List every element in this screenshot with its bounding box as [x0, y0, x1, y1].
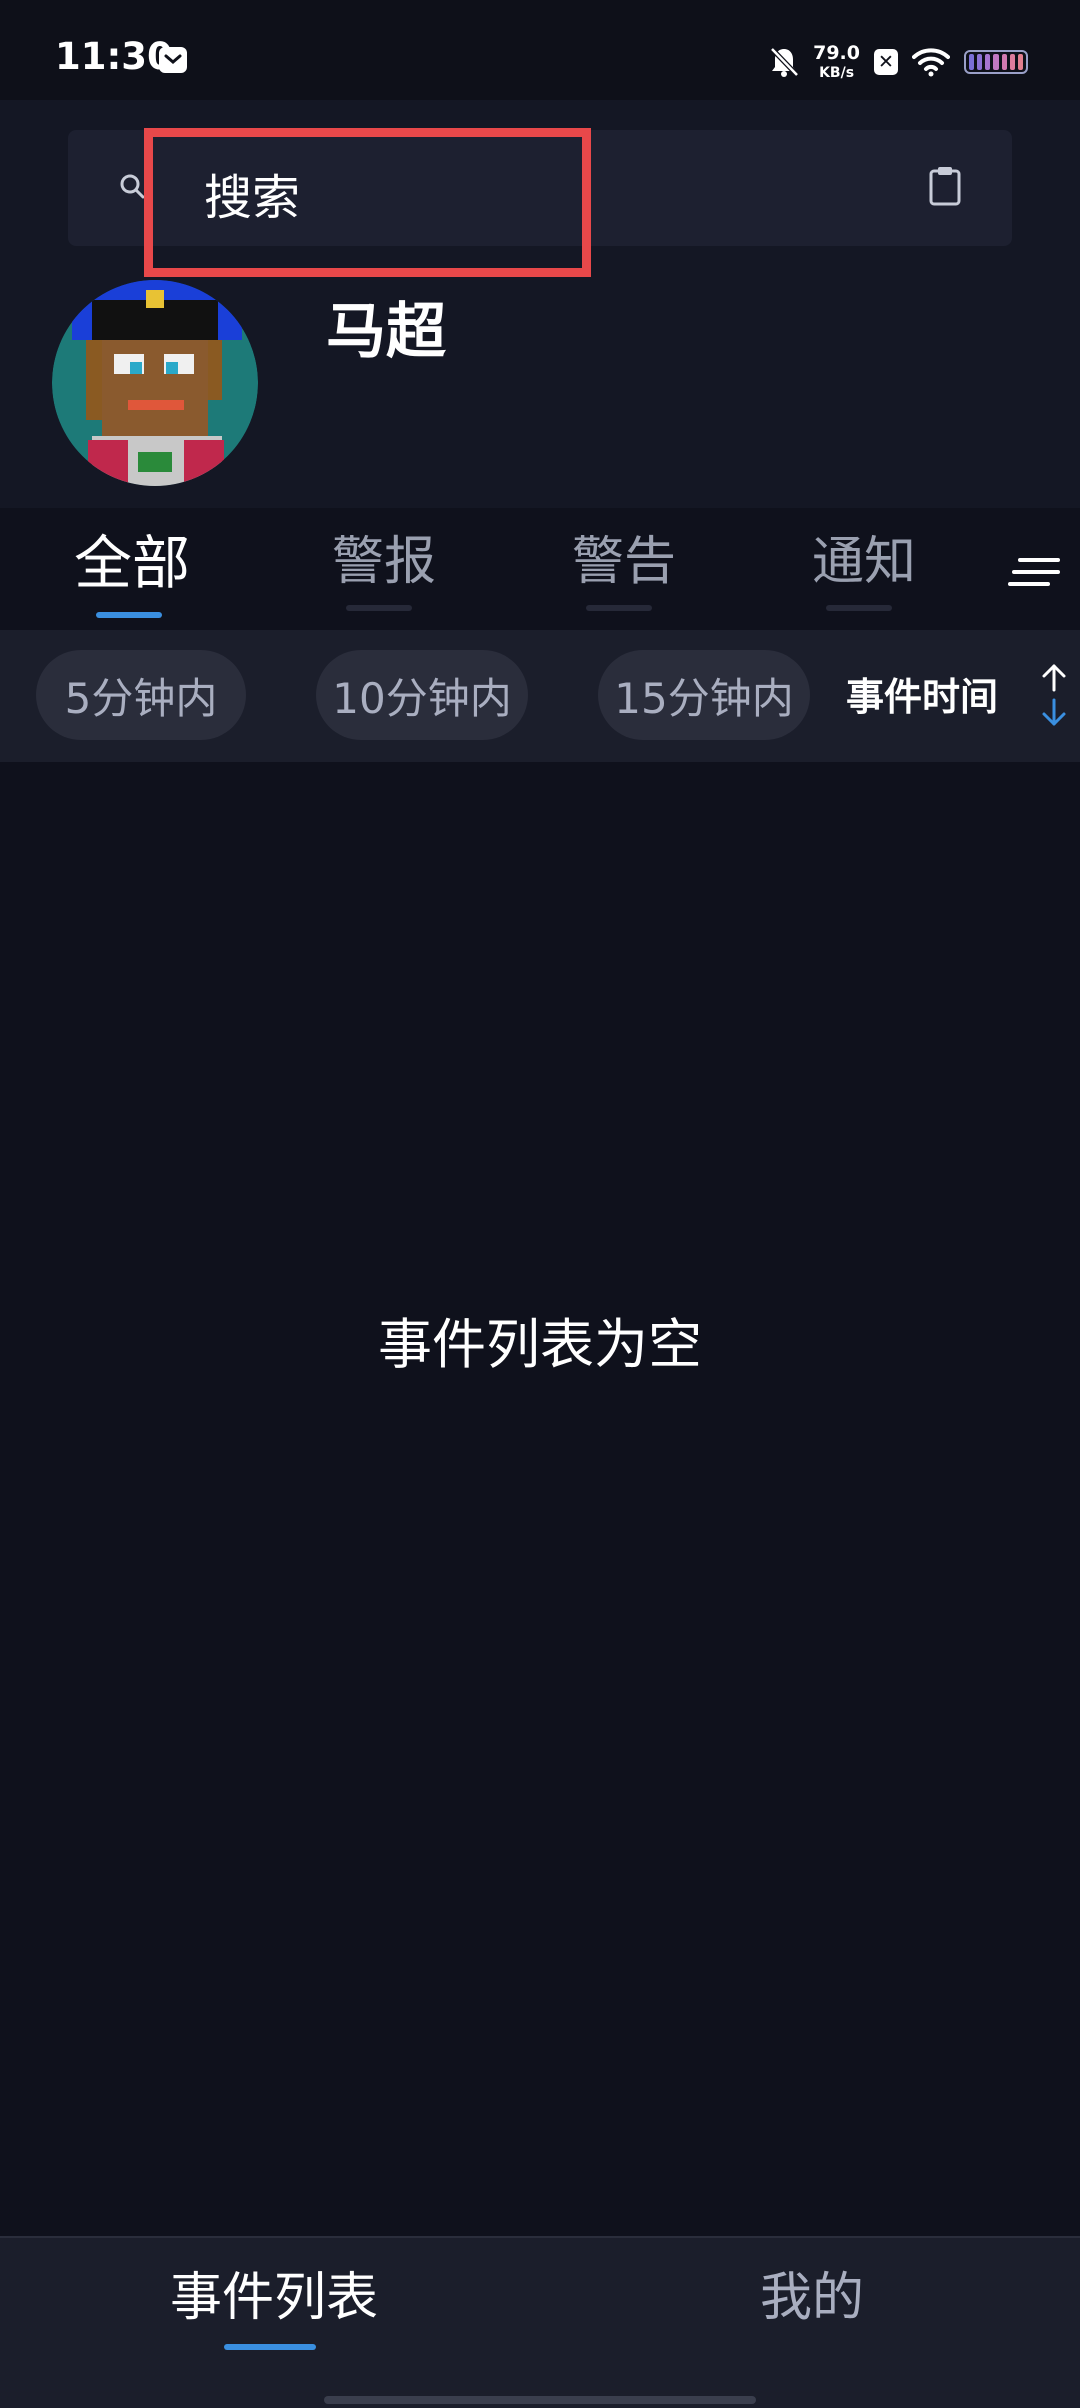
bottom-nav [0, 2236, 1080, 2408]
filter-chip-10min[interactable]: 10分钟内 [316, 650, 528, 740]
username: 马超 [326, 297, 446, 367]
tab-all-underline [96, 612, 162, 618]
empty-state-message: 事件列表为空 [378, 1313, 702, 1376]
pixel-avatar-icon [52, 280, 258, 486]
status-time: 11:30 [55, 35, 173, 78]
search-highlight-box [144, 128, 591, 277]
tab-alarm-underline [346, 605, 412, 611]
nav-mine[interactable]: 我的 [760, 2272, 864, 2324]
status-icons: 79.0 KB/s ✕ [769, 40, 1028, 84]
search-icon [120, 174, 145, 199]
tab-notification[interactable]: 通知 [812, 536, 916, 588]
message-icon [159, 47, 187, 73]
net-speed-unit: KB/s [819, 65, 855, 81]
battery-icon [964, 50, 1028, 74]
wifi-icon [912, 48, 950, 77]
sort-arrows-icon[interactable] [1036, 660, 1072, 730]
net-speed-value: 79.0 [813, 42, 860, 64]
filter-chip-5min[interactable]: 5分钟内 [36, 650, 246, 740]
menu-icon[interactable] [1008, 556, 1060, 588]
bell-muted-icon [770, 47, 799, 77]
net-speed: 79.0 KB/s [813, 42, 860, 81]
nav-event-list[interactable]: 事件列表 [170, 2272, 378, 2324]
tab-warning[interactable]: 警告 [572, 536, 676, 588]
home-indicator[interactable] [324, 2396, 756, 2404]
tab-notification-underline [826, 605, 892, 611]
tab-warning-underline [586, 605, 652, 611]
clipboard-icon[interactable] [928, 166, 962, 206]
tab-all[interactable]: 全部 [74, 534, 190, 592]
tab-alarm[interactable]: 警报 [332, 536, 436, 588]
x-app-icon: ✕ [874, 49, 898, 75]
nav-event-list-underline [224, 2344, 316, 2350]
filter-chip-15min[interactable]: 15分钟内 [598, 650, 810, 740]
status-bar: 11:30 79.0 KB/s ✕ [0, 0, 1080, 100]
sort-label[interactable]: 事件时间 [846, 678, 998, 716]
avatar[interactable] [52, 280, 258, 486]
